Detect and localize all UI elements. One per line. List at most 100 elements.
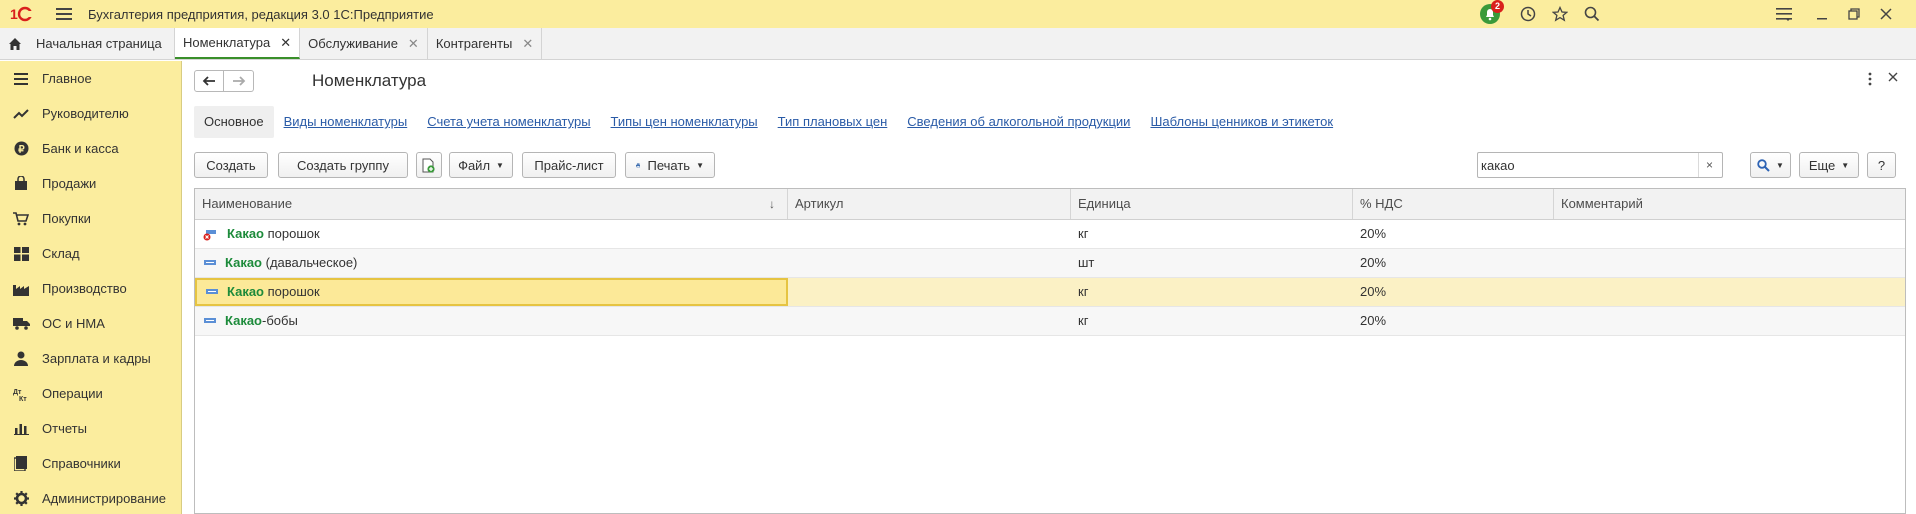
search-match-text: Какао	[227, 226, 265, 241]
cell-name: Какао (давальческое)	[195, 249, 788, 277]
name-rest: (давальческое)	[262, 255, 358, 270]
main-menu-button[interactable]	[50, 0, 78, 28]
close-icon	[1888, 72, 1898, 82]
deleted-item-icon	[203, 227, 217, 241]
page-title: Номенклатура	[312, 71, 427, 90]
more-actions-button[interactable]: Еще ▼	[1799, 152, 1859, 178]
sidebar-item-label: Зарплата и кадры	[42, 351, 151, 366]
sidebar-item-administration[interactable]: Администрирование	[0, 481, 181, 514]
global-search-button[interactable]	[1576, 0, 1608, 28]
column-header-vat[interactable]: % НДС	[1353, 189, 1554, 219]
subnav-accounts[interactable]: Счета учета номенклатуры	[417, 106, 600, 138]
subnav-price-tag-templates[interactable]: Шаблоны ценников и этикеток	[1140, 106, 1343, 138]
cell-unit: кг	[1078, 226, 1089, 241]
name-rest: -бобы	[262, 313, 298, 328]
sidebar-item-label: Администрирование	[42, 491, 166, 506]
favorites-button[interactable]	[1544, 0, 1576, 28]
table-row[interactable]: Какао порошок кг 20%	[195, 220, 1905, 249]
settings-menu-button[interactable]	[1768, 0, 1800, 28]
search-match-text: Какао	[225, 313, 263, 328]
tab-close-icon[interactable]: ✕	[280, 35, 291, 51]
sidebar-item-sales[interactable]: Продажи	[0, 166, 181, 201]
sidebar-item-main[interactable]: Главное	[0, 61, 181, 96]
sidebar-item-purchases[interactable]: Покупки	[0, 201, 181, 236]
sidebar-item-label: Отчеты	[42, 421, 87, 436]
tab-nomenclature[interactable]: Номенклатура ✕	[175, 28, 301, 59]
sidebar-item-salary[interactable]: Зарплата и кадры	[0, 341, 181, 376]
table-row-selected[interactable]: Какао порошок кг 20%	[195, 278, 1905, 307]
subnav-main[interactable]: Основное	[194, 106, 274, 138]
sidebar-item-manager[interactable]: Руководителю	[0, 96, 181, 131]
sidebar-item-bank[interactable]: ₽ Банк и касса	[0, 131, 181, 166]
caret-down-icon: ▼	[1841, 160, 1850, 170]
load-from-file-button[interactable]	[416, 152, 442, 178]
sidebar-item-label: Продажи	[42, 176, 97, 191]
cell-comment	[1554, 249, 1905, 277]
subnav-item-types[interactable]: Виды номенклатуры	[274, 106, 418, 138]
sidebar-item-fixed-assets[interactable]: ОС и НМА	[0, 306, 181, 341]
cell-vat: 20%	[1360, 284, 1387, 299]
open-tabs-bar: Начальная страница Номенклатура ✕ Обслуж…	[0, 28, 1916, 60]
arrow-left-icon	[202, 76, 215, 86]
sidebar-item-label: ОС и НМА	[42, 316, 105, 331]
form-subnavigation: Основное Виды номенклатуры Счета учета н…	[194, 106, 1343, 138]
tab-service[interactable]: Обслуживание ✕	[300, 28, 428, 59]
sidebar-item-warehouse[interactable]: Склад	[0, 236, 181, 271]
subnav-planned-price-type[interactable]: Тип плановых цен	[768, 106, 898, 138]
tab-close-icon[interactable]: ✕	[522, 36, 533, 52]
caret-down-icon: ▼	[696, 160, 704, 170]
vertical-dots-icon	[1868, 72, 1872, 86]
minimize-button[interactable]	[1806, 0, 1838, 28]
form-close-button[interactable]	[1888, 72, 1898, 82]
sections-sidebar: Главное Руководителю ₽ Банк и касса Прод…	[0, 61, 182, 514]
column-header-comment[interactable]: Комментарий	[1554, 189, 1905, 219]
column-header-unit[interactable]: Единица	[1071, 189, 1353, 219]
subnav-alcohol-info[interactable]: Сведения об алкогольной продукции	[897, 106, 1140, 138]
create-button[interactable]: Создать	[194, 152, 268, 178]
name-rest: порошок	[264, 284, 320, 299]
close-window-button[interactable]	[1870, 0, 1902, 28]
tab-close-icon[interactable]: ✕	[408, 36, 419, 52]
tab-counterparties[interactable]: Контрагенты ✕	[428, 28, 543, 59]
search-match-text: Какао	[225, 255, 263, 270]
factory-icon	[12, 280, 30, 298]
help-button[interactable]: ?	[1867, 152, 1896, 178]
print-menu-button[interactable]: Печать ▼	[625, 152, 715, 178]
sidebar-item-operations[interactable]: Дт Кт Операции	[0, 376, 181, 411]
search-input[interactable]	[1478, 154, 1698, 176]
tab-home[interactable]: Начальная страница	[0, 28, 175, 59]
search-icon	[1584, 6, 1600, 22]
sidebar-item-catalogs[interactable]: Справочники	[0, 446, 181, 481]
file-menu-button[interactable]: Файл ▼	[449, 152, 513, 178]
cell-vat: 20%	[1360, 226, 1387, 241]
sidebar-item-label: Справочники	[42, 456, 121, 471]
search-clear-button[interactable]: ×	[1698, 153, 1720, 177]
subnav-price-types[interactable]: Типы цен номенклатуры	[601, 106, 768, 138]
search-field[interactable]: ×	[1477, 152, 1723, 178]
table-header: Наименование ↓ Артикул Единица % НДС Ком…	[195, 189, 1905, 220]
sidebar-item-reports[interactable]: Отчеты	[0, 411, 181, 446]
forward-button[interactable]	[224, 70, 254, 92]
table-row[interactable]: Какао (давальческое) шт 20%	[195, 249, 1905, 278]
history-button[interactable]	[1512, 0, 1544, 28]
search-options-button[interactable]: ▼	[1750, 152, 1791, 178]
form-more-actions-button[interactable]	[1868, 72, 1872, 86]
hamburger-icon	[56, 8, 72, 20]
book-icon	[12, 455, 30, 473]
caret-down-icon: ▼	[496, 160, 504, 170]
person-icon	[12, 350, 30, 368]
notifications-button[interactable]: 2	[1474, 0, 1506, 28]
cell-name: Какао порошок	[195, 220, 788, 248]
table-row[interactable]: Какао -бобы кг 20%	[195, 307, 1905, 336]
debit-credit-icon: Дт Кт	[12, 385, 30, 403]
create-group-button[interactable]: Создать группу	[278, 152, 408, 178]
sidebar-item-production[interactable]: Производство	[0, 271, 181, 306]
more-button-label: Еще	[1808, 157, 1836, 173]
sidebar-item-label: Производство	[42, 281, 127, 296]
column-header-name[interactable]: Наименование ↓	[195, 189, 788, 219]
back-button[interactable]	[194, 70, 224, 92]
price-list-button[interactable]: Прайс-лист	[522, 152, 616, 178]
column-header-label: Наименование	[202, 196, 293, 211]
restore-button[interactable]	[1838, 0, 1870, 28]
column-header-article[interactable]: Артикул	[788, 189, 1071, 219]
